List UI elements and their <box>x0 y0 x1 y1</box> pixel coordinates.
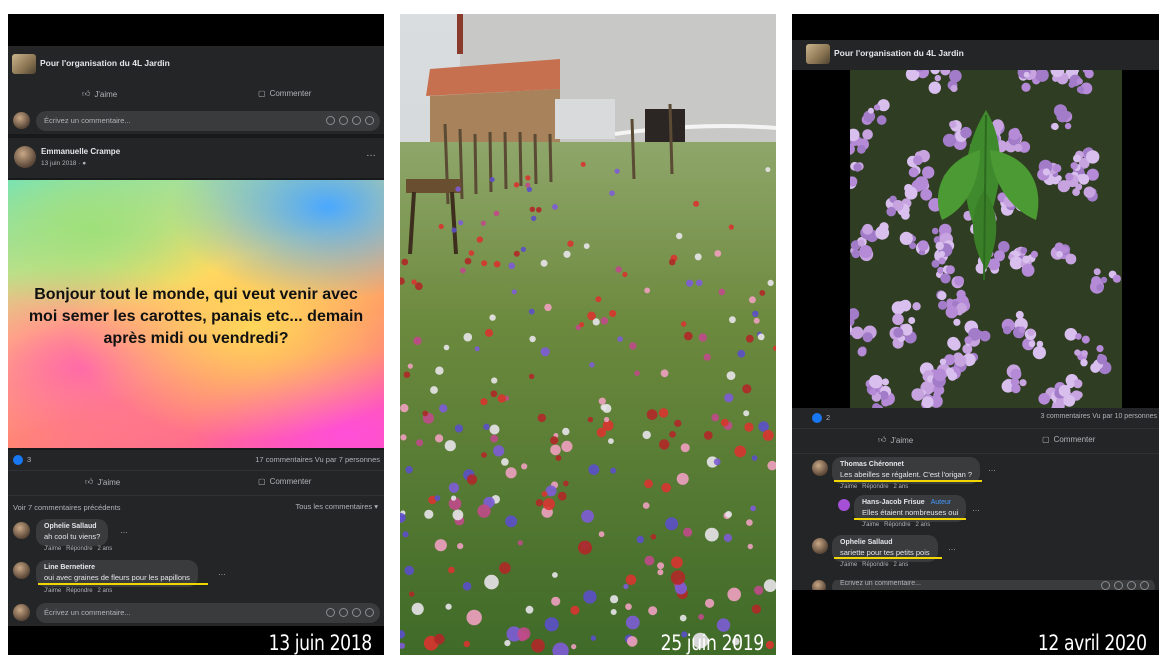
comment-actions: J'aime Répondre 2 ans <box>840 562 909 568</box>
comment-actions: J'aime Répondre 2 ans <box>44 588 113 594</box>
group-thumbnail-icon <box>806 44 830 64</box>
reactions-count[interactable]: 2 <box>826 413 830 422</box>
comment-composer: Écrivez un commentaire... <box>792 580 1159 590</box>
comment-actions: J'aime Répondre 2 ans <box>44 546 113 552</box>
post-stats[interactable]: 3 commentaires Vu par 10 personnes <box>1041 413 1157 420</box>
comment-bubble-icon: ▢ <box>258 89 266 98</box>
reactions-row: 3 17 commentaires Vu par 7 personnes <box>8 450 384 470</box>
purple-flowers-photo <box>850 70 1122 408</box>
caret-down-icon: ▾ <box>374 502 378 511</box>
like-reaction-icon <box>812 413 822 423</box>
comment-more-icon[interactable]: … <box>120 526 128 535</box>
group-header: Pour l'organisation du 4L Jardin <box>8 46 384 82</box>
yellow-highlight-line <box>834 557 942 559</box>
yellow-highlight-line <box>854 518 966 520</box>
emoji-icon[interactable] <box>326 608 335 617</box>
group-title[interactable]: Pour l'organisation du 4L Jardin <box>40 58 170 68</box>
post-header: Emmanuelle Crampe 13 juin 2018 · ● … <box>8 138 384 178</box>
comment-button[interactable]: ▢ Commenter <box>258 477 311 486</box>
post-date: 13 juin 2018 · ● <box>41 160 87 167</box>
yellow-highlight-line <box>38 583 208 585</box>
like-reaction-icon <box>13 455 23 465</box>
date-caption: 25 juin 2019 <box>660 631 765 655</box>
date-caption: 13 juin 2018 <box>268 631 373 655</box>
avatar[interactable] <box>812 460 828 476</box>
avatar <box>812 580 826 590</box>
author-name[interactable]: Emmanuelle Crampe <box>41 147 120 156</box>
comment-button[interactable]: ▢ Commenter <box>258 89 311 98</box>
sticker-icon[interactable] <box>365 608 374 617</box>
comment-more-icon[interactable]: … <box>218 568 226 577</box>
globe-icon: ● <box>82 160 87 167</box>
comments-section: Thomas Chéronnet Les abeilles se régalen… <box>792 454 1159 580</box>
avatar[interactable] <box>838 499 850 511</box>
wildflower-meadow-photo <box>400 14 776 655</box>
post-background-card: Bonjour tout le monde, qui veut venir av… <box>8 180 384 448</box>
comment-input[interactable]: Écrivez un commentaire... <box>36 603 380 623</box>
gif-icon[interactable] <box>352 116 361 125</box>
author-badge: Auteur <box>930 499 952 506</box>
reactions-count[interactable]: 3 <box>27 455 31 464</box>
comment-composer-bottom: Écrivez un commentaire... <box>8 600 384 626</box>
comment-more-icon[interactable]: … <box>948 543 956 552</box>
camera-icon[interactable] <box>1114 581 1123 590</box>
like-button[interactable]: 👍︎ J'aime <box>85 477 120 487</box>
avatar <box>13 604 30 621</box>
avatar[interactable] <box>13 522 30 539</box>
comment-bubble: Ophelie Sallaud ah cool tu viens? <box>36 519 109 546</box>
more-options-icon[interactable]: … <box>366 148 376 159</box>
comment-actions: J'aime Répondre 2 ans <box>862 522 931 528</box>
camera-icon[interactable] <box>339 608 348 617</box>
gif-icon[interactable] <box>352 608 361 617</box>
comment-composer-top: Écrivez un commentaire... <box>8 108 384 134</box>
comment-more-icon[interactable]: … <box>988 464 996 473</box>
thumbs-up-icon: 👍︎ <box>82 89 91 98</box>
garden-photo-panel-2019: 25 juin 2019 <box>400 14 776 655</box>
post-text: Bonjour tout le monde, qui veut venir av… <box>28 286 364 347</box>
sticker-icon[interactable] <box>1140 581 1149 590</box>
comments-section: Voir 7 commentaires précédents Tous les … <box>8 496 384 612</box>
comment-button[interactable]: ▢ Commenter <box>1042 435 1095 444</box>
screenshot-panel-2020: Pour l'organisation du 4L Jardin 2 3 com… <box>792 14 1159 655</box>
gif-icon[interactable] <box>1127 581 1136 590</box>
thumbs-up-icon: 👍︎ <box>878 435 887 444</box>
post-stats[interactable]: 17 commentaires Vu par 7 personnes <box>255 455 380 464</box>
group-title[interactable]: Pour l'organisation du 4L Jardin <box>834 48 964 58</box>
yellow-highlight-line <box>834 480 982 482</box>
date-caption: 12 avril 2020 <box>1038 631 1147 655</box>
top-black-bar <box>8 14 384 46</box>
reactions-row: 2 3 commentaires Vu par 10 personnes <box>792 408 1159 428</box>
emoji-icon[interactable] <box>326 116 335 125</box>
comment-more-icon[interactable]: … <box>972 504 980 513</box>
like-button[interactable]: 👍︎ J'aime <box>878 435 913 445</box>
action-row-top: 👍︎ J'aime ▢ Commenter <box>8 82 384 108</box>
view-previous-comments[interactable]: Voir 7 commentaires précédents <box>13 503 121 512</box>
composer-icons <box>326 608 374 617</box>
comment-input[interactable]: Écrivez un commentaire... <box>36 111 380 131</box>
comment-actions: J'aime Répondre 2 ans <box>840 484 909 490</box>
group-header: Pour l'organisation du 4L Jardin <box>792 40 1159 70</box>
thumbs-up-icon: 👍︎ <box>85 477 94 486</box>
camera-icon[interactable] <box>339 116 348 125</box>
screenshot-panel-2018: Pour l'organisation du 4L Jardin 👍︎ J'ai… <box>8 14 384 655</box>
all-comments-filter[interactable]: Tous les commentaires ▾ <box>295 502 378 511</box>
group-thumbnail-icon <box>12 54 36 74</box>
avatar[interactable] <box>812 538 828 554</box>
composer-icons <box>326 116 374 125</box>
composer-icons <box>1101 581 1149 590</box>
like-button[interactable]: 👍︎ J'aime <box>82 89 117 99</box>
author-avatar[interactable] <box>14 146 36 168</box>
avatar <box>13 112 30 129</box>
avatar[interactable] <box>13 562 30 579</box>
emoji-icon[interactable] <box>1101 581 1110 590</box>
sticker-icon[interactable] <box>365 116 374 125</box>
action-row-post: 👍︎ J'aime ▢ Commenter <box>8 471 384 495</box>
comment-bubble-icon: ▢ <box>1042 435 1050 444</box>
comment-bubble-icon: ▢ <box>258 477 266 486</box>
comment-input[interactable]: Écrivez un commentaire... <box>832 580 1155 590</box>
action-row-post: 👍︎ J'aime ▢ Commenter <box>792 429 1159 453</box>
